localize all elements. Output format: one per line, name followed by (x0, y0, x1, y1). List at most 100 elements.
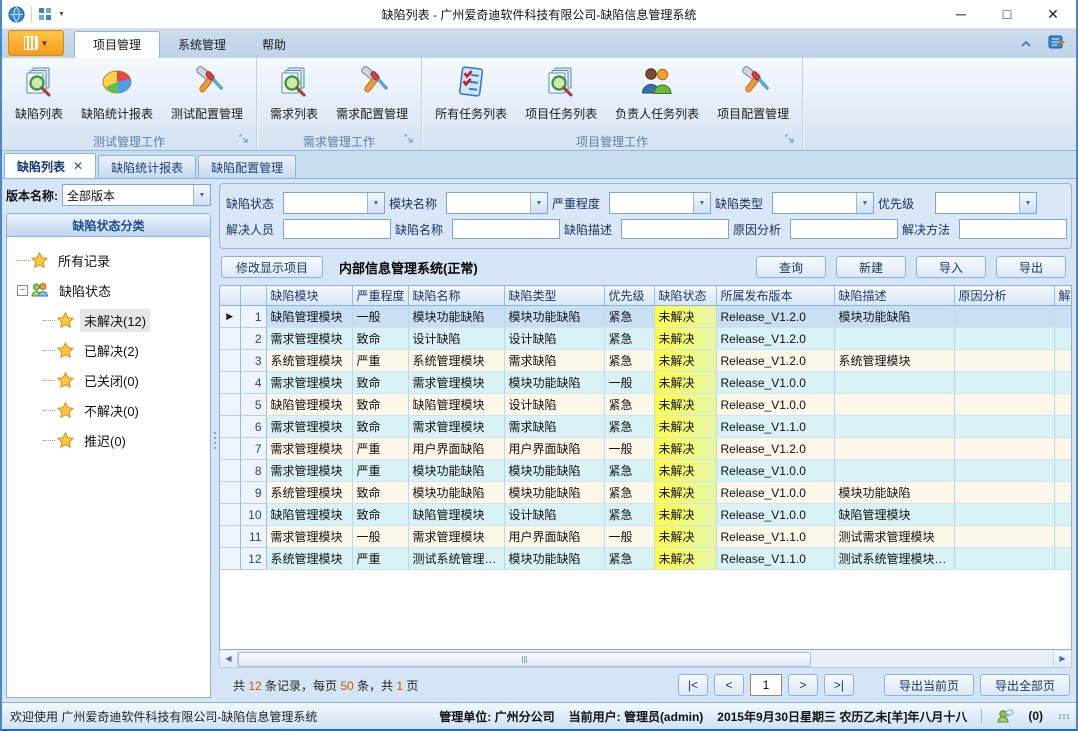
chevron-down-icon[interactable]: ▼ (693, 193, 710, 213)
tree-expander-icon[interactable]: − (17, 285, 28, 296)
column-header-8[interactable]: 缺陷状态 (654, 286, 716, 306)
page-number-input[interactable] (750, 674, 782, 696)
filter-input-2[interactable] (452, 219, 560, 239)
row-selector-cell[interactable] (220, 460, 240, 482)
ribbon-button[interactable]: 项目任务列表 (518, 62, 604, 125)
message-user-icon[interactable] (996, 708, 1014, 724)
row-selector-cell[interactable] (220, 350, 240, 372)
close-icon[interactable]: ✕ (73, 159, 83, 173)
tree-node-6[interactable]: 不解决(0) (43, 395, 206, 425)
table-row-6[interactable]: 6需求管理模块致命需求管理模块需求缺陷紧急未解决Release_V1.1.0 (220, 416, 1072, 438)
chevron-down-icon[interactable]: ▼ (193, 185, 210, 205)
toolbar-button-3[interactable]: 导入 (916, 256, 986, 278)
filter-select-1[interactable]: ▼ (283, 192, 385, 214)
row-selector-cell[interactable] (220, 504, 240, 526)
table-row-3[interactable]: 3系统管理模块严重系统管理模块需求缺陷紧急未解决Release_V1.2.0系统… (220, 350, 1072, 372)
ribbon-button[interactable]: 需求列表 (263, 62, 325, 125)
dialog-launcher-icon[interactable] (404, 132, 413, 146)
globe-icon[interactable] (8, 6, 25, 23)
table-row-11[interactable]: 11需求管理模块一般需求管理模块用户界面缺陷一般未解决Release_V1.1.… (220, 526, 1072, 548)
filter-input-3[interactable] (621, 219, 729, 239)
toolbar-button-1[interactable]: 查询 (756, 256, 826, 278)
tree-node-1[interactable]: 所有记录 (17, 245, 206, 275)
last-page-button[interactable]: >| (824, 674, 854, 696)
ribbon-button[interactable]: 缺陷列表 (8, 62, 70, 125)
row-selector-cell[interactable] (220, 548, 240, 570)
column-header-12[interactable]: 解决方法 (1054, 286, 1072, 306)
horizontal-scrollbar[interactable]: ◀ ▶ (219, 650, 1072, 668)
sidebar-splitter[interactable] (211, 179, 219, 702)
scrollbar-thumb[interactable] (238, 652, 811, 667)
table-row-4[interactable]: 4需求管理模块致命需求管理模块模块功能缺陷一般未解决Release_V1.0.0 (220, 372, 1072, 394)
application-menu-button[interactable]: ▼ (8, 30, 64, 56)
chevron-down-icon[interactable]: ▼ (530, 193, 547, 213)
collapse-ribbon-icon[interactable] (1020, 37, 1032, 51)
row-selector-cell[interactable] (220, 372, 240, 394)
ribbon-button[interactable]: 所有任务列表 (428, 62, 514, 125)
minimize-button[interactable]: ─ (938, 1, 984, 28)
chevron-down-icon[interactable]: ▼ (1019, 193, 1036, 213)
ribbon-button[interactable]: 项目配置管理 (710, 62, 796, 125)
close-button[interactable]: ✕ (1030, 1, 1076, 28)
ribbon-tab-3[interactable]: 帮助 (244, 32, 304, 58)
chevron-down-icon[interactable]: ▼ (856, 193, 873, 213)
column-header-7[interactable]: 优先级 (604, 286, 654, 306)
row-selector-cell[interactable]: ▶ (220, 306, 240, 328)
resize-grip[interactable] (1059, 714, 1070, 719)
chevron-down-icon[interactable]: ▼ (367, 193, 384, 213)
row-selector-cell[interactable] (220, 328, 240, 350)
table-row-1[interactable]: ▶1缺陷管理模块一般模块功能缺陷模块功能缺陷紧急未解决Release_V1.2.… (220, 306, 1072, 328)
doc-tab-3[interactable]: 缺陷配置管理 (198, 155, 296, 178)
export-all-pages-button[interactable]: 导出全部页 (980, 674, 1070, 696)
message-count-badge[interactable]: (0) (1028, 709, 1043, 723)
export-current-page-button[interactable]: 导出当前页 (884, 674, 974, 696)
filter-select-5[interactable]: ▼ (935, 192, 1037, 214)
tree-node-7[interactable]: 推迟(0) (43, 425, 206, 455)
filter-select-3[interactable]: ▼ (609, 192, 711, 214)
column-header-4[interactable]: 严重程度 (352, 286, 408, 306)
toolbar-button-2[interactable]: 新建 (836, 256, 906, 278)
grid-icon[interactable] (38, 7, 52, 21)
scroll-left-icon[interactable]: ◀ (220, 651, 238, 666)
column-header-5[interactable]: 缺陷名称 (408, 286, 504, 306)
ribbon-tab-1[interactable]: 项目管理 (74, 31, 160, 58)
tree-node-3[interactable]: 未解决(12) (43, 305, 206, 335)
filter-input-5[interactable] (959, 219, 1067, 239)
row-selector-cell[interactable] (220, 526, 240, 548)
toolbar-button-4[interactable]: 导出 (996, 256, 1066, 278)
row-selector-cell[interactable] (220, 482, 240, 504)
column-header-9[interactable]: 所属发布版本 (716, 286, 834, 306)
table-row-8[interactable]: 8需求管理模块严重模块功能缺陷模块功能缺陷紧急未解决Release_V1.0.0 (220, 460, 1072, 482)
next-page-button[interactable]: > (788, 674, 818, 696)
doc-tab-1[interactable]: 缺陷列表✕ (4, 153, 96, 178)
filter-select-4[interactable]: ▼ (772, 192, 874, 214)
ribbon-tab-2[interactable]: 系统管理 (160, 32, 244, 58)
tree-node-2[interactable]: −缺陷状态 (17, 275, 206, 305)
ribbon-button[interactable]: 需求配置管理 (329, 62, 415, 125)
ribbon-button[interactable]: 负责人任务列表 (608, 62, 706, 125)
scroll-right-icon[interactable]: ▶ (1053, 651, 1071, 666)
row-selector-cell[interactable] (220, 416, 240, 438)
column-header-11[interactable]: 原因分析 (954, 286, 1054, 306)
modify-columns-button[interactable]: 修改显示项目 (221, 256, 323, 278)
column-header-6[interactable]: 缺陷类型 (504, 286, 604, 306)
table-row-9[interactable]: 9系统管理模块致命模块功能缺陷模块功能缺陷紧急未解决Release_V1.0.0… (220, 482, 1072, 504)
tree-node-5[interactable]: 已关闭(0) (43, 365, 206, 395)
ribbon-button[interactable]: 测试配置管理 (164, 62, 250, 125)
filter-input-4[interactable] (790, 219, 898, 239)
column-header-10[interactable]: 缺陷描述 (834, 286, 954, 306)
table-row-5[interactable]: 5缺陷管理模块致命缺陷管理模块设计缺陷紧急未解决Release_V1.0.0 (220, 394, 1072, 416)
doc-tab-2[interactable]: 缺陷统计报表 (98, 155, 196, 178)
ribbon-button[interactable]: 缺陷统计报表 (74, 62, 160, 125)
prev-page-button[interactable]: < (714, 674, 744, 696)
dialog-launcher-icon[interactable] (239, 132, 248, 146)
row-selector-cell[interactable] (220, 394, 240, 416)
qat-dropdown-arrow[interactable]: ▼ (58, 11, 65, 18)
table-row-7[interactable]: 7需求管理模块严重用户界面缺陷用户界面缺陷一般未解决Release_V1.2.0 (220, 438, 1072, 460)
help-icon[interactable] (1048, 34, 1066, 53)
tree-node-4[interactable]: 已解决(2) (43, 335, 206, 365)
filter-select-2[interactable]: ▼ (446, 192, 548, 214)
table-row-2[interactable]: 2需求管理模块致命设计缺陷设计缺陷紧急未解决Release_V1.2.0 (220, 328, 1072, 350)
filter-input-1[interactable] (283, 219, 391, 239)
first-page-button[interactable]: |< (678, 674, 708, 696)
